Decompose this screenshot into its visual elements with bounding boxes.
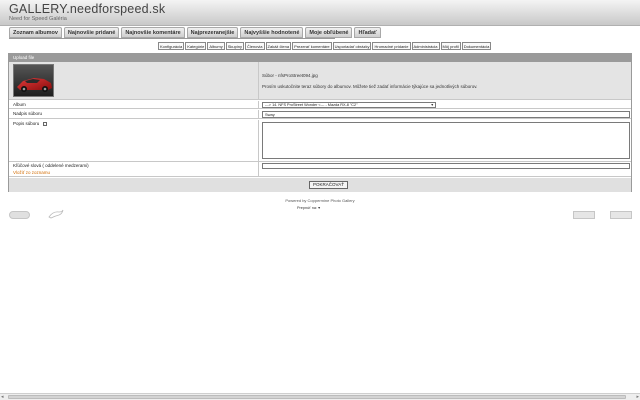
page: GALLERY.needforspeed.sk Need for Speed G… xyxy=(0,0,640,400)
admin-tab-administration[interactable]: Administrácia xyxy=(411,42,440,50)
column-divider xyxy=(258,110,259,118)
album-label: Album xyxy=(13,102,26,107)
album-row: Album ---> 14. NFS ProStreet Wonder <---… xyxy=(9,101,631,109)
site-header: GALLERY.needforspeed.sk Need for Speed G… xyxy=(0,0,640,26)
horizontal-scrollbar[interactable]: ◂ ▸ xyxy=(0,393,640,400)
admin-tab-batch-add[interactable]: Hromadné pridanie xyxy=(372,42,411,50)
nav-top-rated[interactable]: Najvyššie hodnotené xyxy=(240,27,304,38)
php-badge-icon[interactable] xyxy=(9,211,30,219)
admin-menu: Konfigurácia Kategórie Albumy Skupiny Čl… xyxy=(158,42,492,50)
column-divider xyxy=(258,62,259,100)
continue-button[interactable]: POKRAČOVAŤ xyxy=(309,181,348,189)
admin-tab-documentation[interactable]: Dokumentácia xyxy=(461,42,492,50)
form-heading: Upload file xyxy=(9,54,631,62)
keywords-input[interactable] xyxy=(262,163,630,169)
keywords-row: Kľúčové slová ( oddelené medzerami) Vlož… xyxy=(9,162,631,177)
album-select-value: ---> 14. NFS ProStreet Wonder <--- - Maz… xyxy=(265,103,358,107)
nav-search[interactable]: Hľadať xyxy=(354,27,381,38)
dolphin-icon xyxy=(48,209,64,219)
nav-latest-comments[interactable]: Najnovšie komentáre xyxy=(121,27,185,38)
site-title[interactable]: GALLERY.needforspeed.sk xyxy=(9,2,165,16)
file-name: Súbor - nfsProStreet094.jpg xyxy=(262,73,318,78)
chevron-down-icon: ▾ xyxy=(318,206,320,210)
title-label: Nadpis súboru xyxy=(13,111,43,116)
upload-form: Upload file Súbor - nfsProStreet094.jpg … xyxy=(8,53,632,192)
car-image-icon xyxy=(14,65,53,96)
nav-favorites[interactable]: Moje obľúbené xyxy=(305,27,353,38)
column-divider xyxy=(258,101,259,108)
main-navigation: Zoznam albumov Najnovšie pridané Najnovš… xyxy=(9,27,381,38)
car-thumbnail xyxy=(13,64,54,97)
admin-tab-my-profile[interactable]: Môj profil xyxy=(440,42,461,50)
language-select-label: Prepnúť na: xyxy=(297,206,318,210)
powered-by-text[interactable]: Powered by Coppermine Photo Gallery xyxy=(0,198,640,203)
xhtml-valid-badge-icon[interactable] xyxy=(573,211,595,219)
nav-album-list[interactable]: Zoznam albumov xyxy=(9,27,62,38)
submit-row: POKRAČOVAŤ xyxy=(9,178,631,192)
column-divider xyxy=(258,120,259,161)
admin-tab-ban-user[interactable]: Zakáž člena xyxy=(265,42,292,50)
nav-most-viewed[interactable]: Najprezeranejšie xyxy=(186,27,239,38)
mysql-badge-icon[interactable] xyxy=(47,209,65,219)
admin-tab-config[interactable]: Konfigurácia xyxy=(158,42,185,50)
chevron-down-icon: ▼ xyxy=(430,103,434,107)
description-row: Popis súboru · xyxy=(9,120,631,162)
file-instructions: Prosím uskutočnite teraz súbory do album… xyxy=(262,84,478,89)
album-select[interactable]: ---> 14. NFS ProStreet Wonder <--- - Maz… xyxy=(262,102,436,108)
scrollbar-thumb[interactable] xyxy=(8,395,626,399)
nav-latest-uploads[interactable]: Najnovšie pridané xyxy=(63,27,120,38)
insert-from-list-link[interactable]: Vložiť zo zoznamu xyxy=(13,170,50,175)
admin-tab-albums[interactable]: Albumy xyxy=(207,42,225,50)
keywords-label: Kľúčové slová ( oddelené medzerami) xyxy=(13,163,89,168)
nav-divider xyxy=(9,38,335,39)
admin-tab-users[interactable]: Členovia xyxy=(244,42,265,50)
column-divider xyxy=(258,162,259,176)
scroll-left-icon[interactable]: ◂ xyxy=(1,394,4,400)
scroll-right-icon[interactable]: ▸ xyxy=(636,394,639,400)
description-label: Popis súboru xyxy=(13,121,40,126)
title-input[interactable]: Sway xyxy=(262,111,630,118)
admin-tab-sort-pictures[interactable]: Usporiadať obrázky xyxy=(332,42,372,50)
language-select[interactable]: Prepnúť na: ▾ xyxy=(297,205,325,211)
help-icon[interactable]: · xyxy=(42,121,47,126)
description-label-wrap: Popis súboru · xyxy=(13,121,47,126)
css-valid-badge-icon[interactable] xyxy=(610,211,632,219)
admin-tab-review-comments[interactable]: Prezerať komentáre xyxy=(292,42,332,50)
admin-tab-categories[interactable]: Kategórie xyxy=(185,42,207,50)
title-row: Nadpis súboru Sway xyxy=(9,110,631,119)
admin-tab-groups[interactable]: Skupiny xyxy=(225,42,244,50)
description-textarea[interactable] xyxy=(262,122,630,159)
site-subtitle: Need for Speed Galéria xyxy=(9,16,67,22)
file-info-row: Súbor - nfsProStreet094.jpg Prosím uskut… xyxy=(9,62,631,100)
